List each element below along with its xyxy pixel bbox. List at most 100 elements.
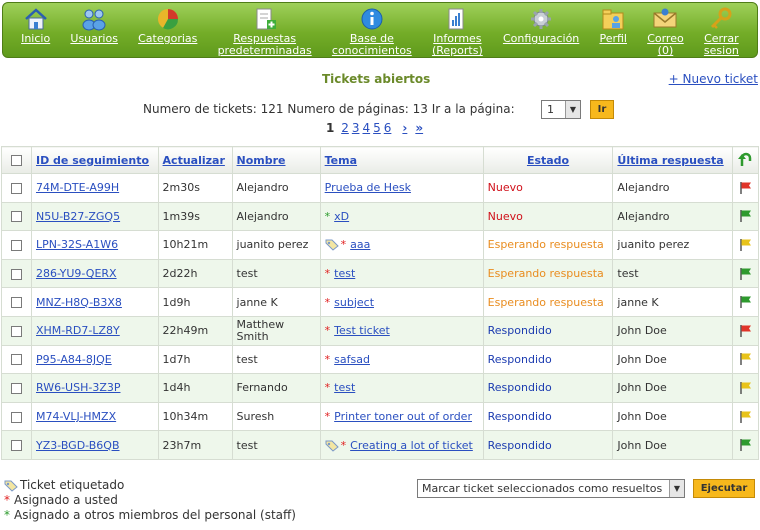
subject-link[interactable]: Printer toner out of order: [334, 410, 472, 423]
assigned-you-marker: *: [340, 438, 347, 452]
ticket-id-link[interactable]: P95-A84-8JQE: [36, 353, 112, 366]
column-updated-label[interactable]: Actualizar: [163, 154, 225, 167]
page-link[interactable]: 2: [341, 121, 349, 135]
nav-item-label[interactable]: Cerrar sesion: [704, 33, 739, 57]
page-link[interactable]: 3: [352, 121, 360, 135]
chevron-down-icon[interactable]: ▼: [565, 101, 580, 118]
page-link[interactable]: 6: [384, 121, 392, 135]
column-id-label[interactable]: ID de seguimiento: [36, 154, 149, 167]
table-header-row: ID de seguimiento Actualizar Nombre Tema…: [1, 146, 759, 174]
ticket-id-link[interactable]: 74M-DTE-A99H: [36, 181, 119, 194]
row-checkbox[interactable]: [11, 239, 22, 251]
row-checkbox[interactable]: [11, 268, 22, 280]
subject-link[interactable]: Creating a lot of ticket: [350, 439, 473, 452]
page-select[interactable]: 1 ▼: [541, 100, 581, 119]
ticket-id-link[interactable]: N5U-B27-ZGQ5: [36, 210, 120, 223]
row-checkbox[interactable]: [11, 440, 22, 452]
nav-item-label[interactable]: Base de conocimientos: [332, 33, 412, 57]
nav-item-label[interactable]: Respuestas predeterminadas: [218, 33, 312, 57]
ticket-id-link[interactable]: M74-VLJ-HMZX: [36, 410, 116, 423]
home-icon[interactable]: [23, 7, 49, 33]
legend-tagged-label: Ticket etiquetado: [20, 478, 125, 492]
page-link[interactable]: 4: [362, 121, 370, 135]
nav-item-9[interactable]: Cerrar sesion: [704, 7, 739, 57]
nav-item-5[interactable]: Informes (Reports): [432, 7, 483, 57]
subject-link[interactable]: subject: [334, 296, 374, 309]
nav-item-label[interactable]: Categorias: [138, 33, 197, 45]
row-checkbox[interactable]: [11, 297, 22, 309]
name-text: Fernando: [236, 381, 288, 395]
row-checkbox[interactable]: [11, 411, 22, 423]
nav-item-4[interactable]: Base de conocimientos: [332, 7, 412, 57]
nav-item-2[interactable]: Categorias: [138, 7, 197, 45]
canned-responses-icon[interactable]: [252, 7, 278, 33]
ticket-id-link[interactable]: RW6-USH-3Z3P: [36, 381, 120, 394]
column-last-reply[interactable]: Última respuesta: [612, 146, 733, 174]
name-cell: Matthew Smith: [231, 315, 321, 346]
nav-item-label[interactable]: Usuarios: [70, 33, 118, 45]
column-priority[interactable]: [732, 146, 759, 174]
nav-item-8[interactable]: Correo (0): [647, 7, 684, 57]
chevron-down-icon[interactable]: ▼: [669, 480, 684, 497]
go-button[interactable]: Ir: [590, 100, 614, 119]
users-icon[interactable]: [81, 7, 107, 33]
nav-item-label[interactable]: Inicio: [21, 33, 50, 45]
nav-item-label[interactable]: Perfil: [599, 33, 627, 45]
nav-item-label[interactable]: Configuración: [503, 33, 579, 45]
ticket-id-link[interactable]: 286-YU9-QERX: [36, 267, 117, 280]
row-checkbox[interactable]: [11, 182, 22, 194]
nav-item-label[interactable]: Correo (0): [647, 33, 684, 57]
subject-link[interactable]: aaa: [350, 238, 370, 251]
page-link[interactable]: 5: [373, 121, 381, 135]
profile-icon[interactable]: [600, 7, 626, 33]
gear-icon[interactable]: [528, 7, 554, 33]
new-ticket-link[interactable]: + Nuevo ticket: [669, 72, 758, 86]
ticket-id-link[interactable]: LPN-32S-A1W6: [36, 238, 118, 251]
ticket-id-cell: N5U-B27-ZGQ5: [31, 201, 159, 232]
row-checkbox[interactable]: [11, 354, 22, 366]
nav-item-7[interactable]: Perfil: [599, 7, 627, 45]
ticket-id-link[interactable]: XHM-RD7-LZ8Y: [36, 324, 120, 337]
row-select-cell: [1, 344, 32, 375]
ticket-id-link[interactable]: MNZ-H8Q-B3X8: [36, 296, 122, 309]
nav-item-3[interactable]: Respuestas predeterminadas: [218, 7, 312, 57]
bulk-action-select[interactable]: Marcar ticket seleccionados como resuelt…: [417, 479, 685, 498]
subject-link[interactable]: test: [334, 267, 355, 280]
tag-icon: [325, 440, 339, 452]
row-select-cell: [1, 173, 32, 203]
subject-link[interactable]: xD: [334, 210, 349, 223]
row-checkbox[interactable]: [11, 382, 22, 394]
column-last-reply-label[interactable]: Última respuesta: [617, 154, 723, 167]
info-icon[interactable]: [359, 7, 385, 33]
last-page-link[interactable]: »: [415, 121, 423, 135]
subject-link[interactable]: Prueba de Hesk: [325, 181, 411, 194]
nav-item-0[interactable]: Inicio: [21, 7, 50, 45]
nav-item-label[interactable]: Informes (Reports): [432, 33, 483, 57]
column-subject[interactable]: Tema: [319, 146, 484, 174]
subject-link[interactable]: Test ticket: [334, 324, 390, 337]
column-updated[interactable]: Actualizar: [157, 146, 233, 174]
subject-link[interactable]: test: [334, 381, 355, 394]
sort-priority-icon[interactable]: [737, 152, 753, 168]
column-subject-label[interactable]: Tema: [325, 154, 357, 167]
column-name[interactable]: Nombre: [231, 146, 321, 174]
ticket-id-link[interactable]: YZ3-BGD-B6QB: [36, 439, 120, 452]
mail-icon[interactable]: [652, 7, 678, 33]
row-checkbox[interactable]: [11, 325, 22, 337]
nav-item-6[interactable]: Configuración: [503, 7, 579, 45]
execute-button[interactable]: Ejecutar: [693, 479, 755, 498]
column-status[interactable]: Estado: [482, 146, 614, 174]
reports-icon[interactable]: [444, 7, 470, 33]
next-page-link[interactable]: ›: [402, 121, 407, 135]
column-id[interactable]: ID de seguimiento: [31, 146, 159, 174]
key-icon[interactable]: [708, 7, 734, 33]
row-checkbox[interactable]: [11, 211, 22, 223]
select-all-checkbox[interactable]: [11, 155, 22, 166]
nav-item-1[interactable]: Usuarios: [70, 7, 118, 45]
pie-chart-icon[interactable]: [155, 7, 181, 33]
subject-link[interactable]: safsad: [334, 353, 370, 366]
column-name-label[interactable]: Nombre: [237, 154, 286, 167]
column-status-label[interactable]: Estado: [527, 154, 569, 167]
status-cell: Respondido: [482, 430, 614, 460]
last-reply-cell: Alejandro: [612, 173, 733, 203]
